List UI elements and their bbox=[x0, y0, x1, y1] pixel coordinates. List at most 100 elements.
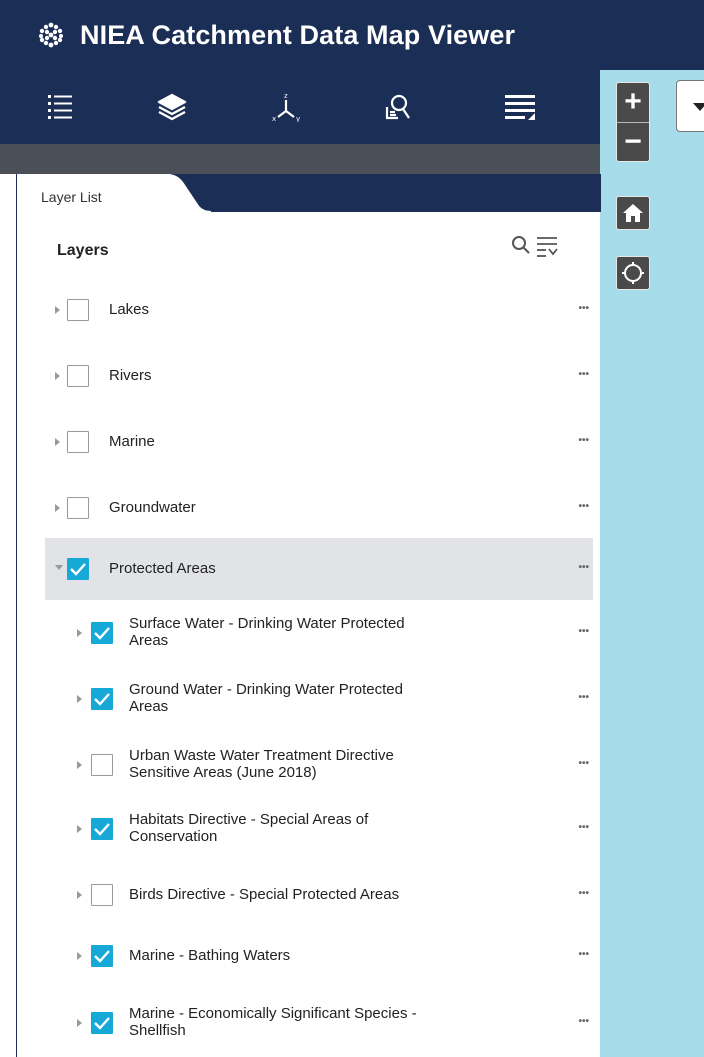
layer-label-line2: Shellfish bbox=[129, 1022, 186, 1039]
more-options-button[interactable]: ••• bbox=[578, 822, 589, 833]
more-options-button[interactable]: ••• bbox=[578, 303, 589, 314]
caret-right-icon[interactable] bbox=[77, 761, 82, 769]
caret-right-icon[interactable] bbox=[77, 891, 82, 899]
layer-list-tool-button[interactable] bbox=[30, 70, 90, 144]
layer-label: Lakes bbox=[109, 301, 150, 318]
basemap-tool-button[interactable] bbox=[142, 70, 202, 144]
layer-checkbox[interactable] bbox=[67, 558, 89, 580]
layer-row[interactable]: Urban Waste Water Treatment Directive Sen… bbox=[45, 734, 593, 796]
more-options-button[interactable]: ••• bbox=[578, 562, 589, 573]
dropdown-toggle-button[interactable] bbox=[676, 80, 704, 132]
caret-down-icon[interactable] bbox=[55, 565, 63, 570]
caret-down-icon bbox=[693, 103, 704, 111]
coordinate-tool-button[interactable]: z x y bbox=[256, 70, 316, 144]
layer-checkbox[interactable] bbox=[91, 884, 113, 906]
more-options-button[interactable]: ••• bbox=[578, 949, 589, 960]
check-icon bbox=[70, 563, 86, 576]
caret-right-icon[interactable] bbox=[77, 695, 82, 703]
layer-checkbox[interactable] bbox=[91, 1012, 113, 1034]
caret-right-icon[interactable] bbox=[77, 629, 82, 637]
layer-row[interactable]: Marine - Bathing Waters ••• bbox=[45, 926, 593, 986]
layer-row[interactable]: Surface Water - Drinking Water Protected… bbox=[45, 602, 593, 664]
locate-button[interactable] bbox=[616, 256, 650, 290]
check-icon bbox=[94, 823, 110, 836]
app-title: NIEA Catchment Data Map Viewer bbox=[80, 19, 516, 50]
home-icon bbox=[623, 204, 643, 222]
caret-right-icon[interactable] bbox=[55, 306, 60, 314]
zoom-out-button[interactable]: − bbox=[617, 122, 649, 161]
layer-checkbox[interactable] bbox=[67, 431, 89, 453]
layer-label: Urban Waste Water Treatment Directive Sen… bbox=[129, 747, 394, 781]
layer-label: Marine bbox=[109, 433, 155, 450]
layer-label-line2: Sensitive Areas (June 2018) bbox=[129, 764, 317, 781]
legend-tool-button[interactable] bbox=[490, 70, 550, 144]
more-options-button[interactable]: ••• bbox=[578, 1016, 589, 1027]
layer-row[interactable]: Protected Areas ••• bbox=[45, 538, 593, 600]
list-icon bbox=[48, 95, 72, 119]
caret-right-icon[interactable] bbox=[77, 1019, 82, 1027]
app-logo-icon bbox=[39, 22, 63, 48]
layer-label-line2: Areas bbox=[129, 698, 169, 715]
layer-row[interactable]: Birds Directive - Special Protected Area… bbox=[45, 864, 593, 926]
caret-right-icon[interactable] bbox=[55, 504, 60, 512]
layer-checkbox[interactable] bbox=[91, 818, 113, 840]
layer-checkbox[interactable] bbox=[67, 365, 89, 387]
zoom-control: + − bbox=[616, 82, 650, 162]
more-options-button[interactable]: ••• bbox=[578, 435, 589, 446]
layer-label: Surface Water - Drinking Water Protected… bbox=[129, 615, 405, 649]
check-icon bbox=[94, 950, 110, 963]
layer-label: Marine - Bathing Waters bbox=[129, 947, 291, 964]
svg-text:z: z bbox=[284, 92, 288, 100]
layer-row[interactable]: Habitats Directive - Special Areas of Con… bbox=[45, 798, 593, 860]
caret-right-icon[interactable] bbox=[77, 825, 82, 833]
filter-options-icon[interactable] bbox=[535, 234, 559, 258]
layer-label-line1: Marine - Economically Significant Specie… bbox=[129, 1005, 417, 1022]
layer-checkbox[interactable] bbox=[91, 945, 113, 967]
locate-icon bbox=[622, 262, 644, 284]
zoom-in-button[interactable]: + bbox=[617, 83, 649, 122]
layer-row[interactable]: Lakes ••• bbox=[45, 292, 593, 328]
more-options-button[interactable]: ••• bbox=[578, 888, 589, 899]
layer-checkbox[interactable] bbox=[67, 299, 89, 321]
layer-label-line1: Ground Water - Drinking Water Protected bbox=[129, 681, 403, 698]
layers-stack-icon bbox=[157, 93, 187, 121]
search-icon[interactable] bbox=[511, 234, 531, 256]
xyz-axis-icon: z x y bbox=[272, 92, 300, 122]
layer-label-line1: Habitats Directive - Special Areas of bbox=[129, 811, 369, 828]
check-icon bbox=[94, 1017, 110, 1030]
more-options-button[interactable]: ••• bbox=[578, 501, 589, 512]
layer-list-panel: Layer List Layers Lakes ••• Rivers ••• Marin… bbox=[16, 174, 601, 1057]
layer-label-line2: Conservation bbox=[129, 828, 218, 845]
more-options-button[interactable]: ••• bbox=[578, 626, 589, 637]
map-view[interactable]: + − bbox=[600, 70, 704, 1057]
layer-label: Marine - Economically Significant Specie… bbox=[129, 1005, 417, 1039]
tab-shape bbox=[17, 174, 601, 212]
layer-label-line1: Surface Water - Drinking Water Protected bbox=[129, 615, 405, 632]
layer-checkbox[interactable] bbox=[91, 688, 113, 710]
layer-checkbox[interactable] bbox=[67, 497, 89, 519]
query-tool-button[interactable] bbox=[368, 70, 428, 144]
layer-row[interactable]: Rivers ••• bbox=[45, 358, 593, 394]
layer-label-line1: Urban Waste Water Treatment Directive bbox=[129, 747, 394, 764]
layer-row[interactable]: Marine ••• bbox=[45, 424, 593, 460]
check-icon bbox=[94, 627, 110, 640]
layer-label: Rivers bbox=[109, 367, 152, 384]
layers-header: Layers bbox=[17, 228, 601, 266]
caret-right-icon[interactable] bbox=[77, 952, 82, 960]
more-options-button[interactable]: ••• bbox=[578, 369, 589, 380]
layer-row[interactable]: Marine - Economically Significant Specie… bbox=[45, 992, 593, 1054]
layer-row[interactable]: Ground Water - Drinking Water Protected A… bbox=[45, 668, 593, 730]
caret-right-icon[interactable] bbox=[55, 372, 60, 380]
more-options-button[interactable]: ••• bbox=[578, 758, 589, 769]
layer-label: Birds Directive - Special Protected Area… bbox=[129, 886, 400, 903]
caret-right-icon[interactable] bbox=[55, 438, 60, 446]
layer-checkbox[interactable] bbox=[91, 622, 113, 644]
tab-layer-list[interactable]: Layer List bbox=[41, 189, 102, 205]
svg-text:y: y bbox=[296, 115, 300, 122]
more-options-button[interactable]: ••• bbox=[578, 692, 589, 703]
layer-checkbox[interactable] bbox=[91, 754, 113, 776]
widget-toolbar: z x y bbox=[0, 70, 600, 144]
home-button[interactable] bbox=[616, 196, 650, 230]
layer-row[interactable]: Groundwater ••• bbox=[45, 490, 593, 526]
layer-label: Habitats Directive - Special Areas of Con… bbox=[129, 811, 368, 845]
